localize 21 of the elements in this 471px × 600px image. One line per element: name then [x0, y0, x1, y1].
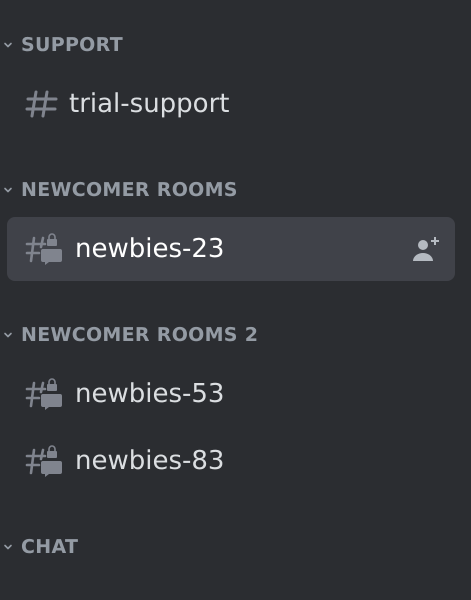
hash-icon: [25, 89, 59, 119]
category-title[interactable]: NEWCOMER ROOMS 2: [21, 324, 258, 346]
add-member-icon[interactable]: [411, 235, 441, 263]
category-title[interactable]: SUPPORT: [21, 34, 123, 56]
category-title[interactable]: CHAT: [21, 536, 78, 558]
chevron-icon[interactable]: [3, 330, 13, 340]
chevron-icon[interactable]: [3, 542, 13, 552]
locked-thread-icon: [25, 445, 65, 477]
channel-item[interactable]: trial-support: [7, 72, 455, 136]
channel-name: newbies-23: [75, 234, 226, 264]
channel-name: newbies-53: [75, 379, 226, 409]
locked-thread-icon: [25, 378, 65, 410]
channel-item[interactable]: newbies-53: [7, 362, 455, 426]
chevron-icon[interactable]: [3, 40, 13, 50]
locked-thread-icon: [25, 233, 65, 265]
category-title[interactable]: NEWCOMER ROOMS: [21, 179, 238, 201]
channel-item[interactable]: newbies-23: [7, 217, 455, 281]
channel-name: newbies-83: [75, 446, 226, 476]
channel-name: trial-support: [69, 89, 230, 119]
chevron-icon[interactable]: [3, 185, 13, 195]
channel-item[interactable]: newbies-83: [7, 429, 455, 493]
